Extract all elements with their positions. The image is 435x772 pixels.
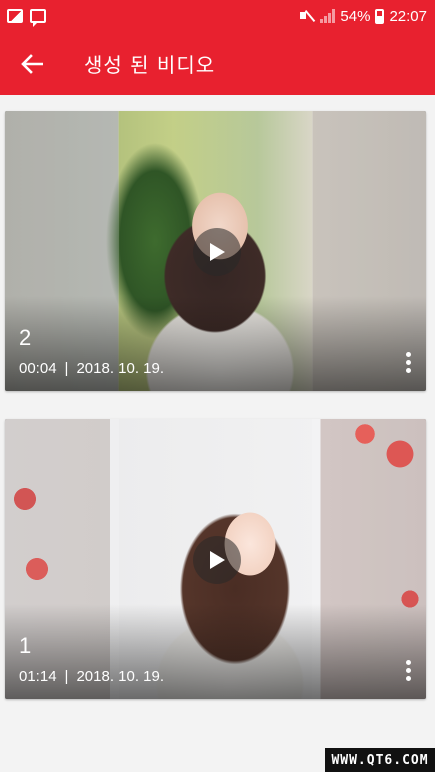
meta-separator: | (64, 360, 69, 377)
back-button[interactable] (0, 32, 64, 95)
video-duration: 00:04 (19, 360, 57, 377)
more-vertical-icon-dot (405, 667, 411, 673)
video-title: 2 (19, 325, 32, 350)
signal-icon (320, 9, 336, 23)
battery-percent: 54% (340, 7, 371, 25)
message-notification-icon (30, 9, 46, 27)
more-options-button[interactable] (398, 655, 418, 685)
video-meta: 01:14 | 2018. 10. 19. (19, 668, 164, 685)
video-title: 1 (19, 633, 32, 658)
play-button[interactable] (193, 228, 241, 276)
clock: 22:07 (389, 7, 427, 25)
more-vertical-icon-dot (405, 367, 411, 373)
mute-icon (299, 8, 315, 24)
page-title: 생성 된 비디오 (84, 53, 216, 77)
gallery-notification-icon (7, 9, 23, 23)
play-icon (210, 243, 225, 261)
status-bar: 54% 22:07 (0, 0, 435, 32)
video-date: 2018. 10. 19. (76, 668, 165, 685)
video-meta: 00:04 | 2018. 10. 19. (19, 360, 164, 377)
video-card[interactable]: 2 00:04 | 2018. 10. 19. (5, 111, 426, 391)
more-vertical-icon-dot (405, 675, 411, 681)
more-vertical-icon-dot (405, 359, 411, 365)
battery-icon (375, 8, 385, 24)
play-icon (210, 551, 225, 569)
video-card[interactable]: 1 01:14 | 2018. 10. 19. (5, 419, 426, 699)
more-vertical-icon (405, 659, 411, 665)
play-button[interactable] (193, 536, 241, 584)
more-vertical-icon (405, 351, 411, 357)
video-duration: 01:14 (19, 668, 57, 685)
more-options-button[interactable] (398, 347, 418, 377)
meta-separator: | (64, 668, 69, 685)
video-date: 2018. 10. 19. (76, 360, 165, 377)
arrow-left-icon (21, 53, 43, 74)
system-status: 54% 22:07 (299, 8, 427, 25)
app-bar: 생성 된 비디오 (0, 32, 435, 95)
notification-icons (7, 9, 46, 27)
watermark: WWW.QT6.COM (325, 748, 435, 772)
